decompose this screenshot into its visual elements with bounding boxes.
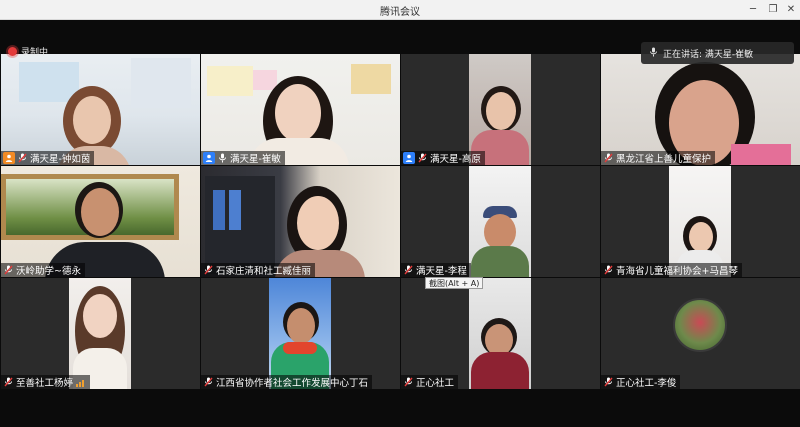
- participant-label: 至善社工杨婷: [1, 375, 91, 389]
- participant-name: 正心社工-李俊: [616, 378, 677, 389]
- participant-video: [601, 54, 800, 165]
- participant-name: 青海省儿童福利协会+马昌琴: [616, 266, 738, 277]
- bottom-bar: [0, 390, 800, 427]
- participant-video: [1, 54, 200, 165]
- participant-name: 满天星-崔敏: [230, 154, 281, 165]
- mic-off-icon: [603, 153, 614, 164]
- mic-off-icon: [17, 153, 28, 164]
- mic-off-icon: [403, 265, 414, 276]
- user-icon: [203, 152, 215, 164]
- mic-off-icon: [203, 377, 214, 388]
- video-tile[interactable]: 满天星-崔敏: [201, 54, 400, 165]
- participant-video: [469, 278, 531, 389]
- video-tile[interactable]: 石家庄清和社工臧佳丽: [201, 166, 400, 277]
- participant-video: [469, 54, 531, 165]
- participant-label: 青海省儿童福利协会+马昌琴: [601, 263, 742, 277]
- speaking-indicator: 正在讲话: 满天星-崔敏: [641, 42, 794, 64]
- video-tile[interactable]: 满天星-钟如茵: [1, 54, 200, 165]
- participant-video: [201, 166, 400, 277]
- participant-name: 满天星-高原: [430, 154, 481, 165]
- video-tile[interactable]: 满天星-高原: [401, 54, 600, 165]
- participant-video: [269, 278, 331, 389]
- participant-video: [69, 278, 131, 389]
- participant-name: 满天星-钟如茵: [30, 154, 91, 165]
- minimize-icon[interactable]: ─: [745, 2, 761, 18]
- video-grid: 满天星-钟如茵 满天星-崔敏 满天星-高原 黑龙江省上善儿童保护 沃岭助学~德永…: [0, 54, 800, 390]
- video-tile[interactable]: 满天星-李程: [401, 166, 600, 277]
- mic-off-icon: [203, 265, 214, 276]
- close-icon[interactable]: ✕: [783, 2, 799, 18]
- participant-video: [201, 54, 400, 165]
- screenshot-tooltip: 截图(Alt + A): [425, 277, 484, 289]
- participant-video: [669, 166, 731, 277]
- participant-video: [1, 166, 200, 277]
- mic-off-icon: [3, 377, 14, 388]
- record-icon: [8, 46, 17, 56]
- restore-icon[interactable]: ❐: [765, 2, 781, 18]
- speaking-text: 正在讲话: 满天星-崔敏: [663, 49, 754, 60]
- mic-icon: [217, 153, 228, 164]
- participant-label: 沃岭助学~德永: [1, 263, 85, 277]
- user-icon: [403, 152, 415, 164]
- video-tile[interactable]: 江西省协作者社会工作发展中心丁石: [201, 278, 400, 389]
- mic-off-icon: [603, 377, 614, 388]
- participant-name: 石家庄清和社工臧佳丽: [216, 266, 312, 277]
- mic-off-icon: [403, 377, 414, 388]
- video-tile[interactable]: 黑龙江省上善儿童保护: [601, 54, 800, 165]
- participant-name: 满天星-李程: [416, 266, 467, 277]
- participant-name: 至善社工杨婷: [16, 378, 74, 389]
- video-tile[interactable]: 青海省儿童福利协会+马昌琴: [601, 166, 800, 277]
- participant-name: 沃岭助学~德永: [16, 266, 81, 277]
- signal-icon: [75, 377, 86, 388]
- participant-label: 正心社工-李俊: [601, 375, 681, 389]
- participant-name: 正心社工: [416, 378, 455, 389]
- participant-label: 黑龙江省上善儿童保护: [601, 151, 716, 165]
- avatar: [673, 298, 727, 352]
- participant-label: 满天星-崔敏: [201, 151, 285, 165]
- user-icon: [3, 152, 15, 164]
- participant-label: 江西省协作者社会工作发展中心丁石: [201, 375, 373, 389]
- video-tile[interactable]: 沃岭助学~德永: [1, 166, 200, 277]
- recording-indicator[interactable]: 录制中: [8, 44, 48, 58]
- participant-name: 黑龙江省上善儿童保护: [616, 154, 712, 165]
- participant-label: 满天星-高原: [401, 151, 485, 165]
- participant-label: 石家庄清和社工臧佳丽: [201, 263, 316, 277]
- video-tile[interactable]: 正心社工-李俊: [601, 278, 800, 389]
- video-tile[interactable]: 正心社工: [401, 278, 600, 389]
- video-tile[interactable]: 至善社工杨婷: [1, 278, 200, 389]
- participant-label: 正心社工: [401, 375, 459, 389]
- mic-off-icon: [603, 265, 614, 276]
- window-titlebar: 腾讯会议 ─ ❐ ✕: [0, 0, 800, 20]
- window-title: 腾讯会议: [380, 7, 420, 18]
- mic-off-icon: [417, 153, 428, 164]
- speaker-icon: [649, 47, 658, 60]
- participant-video: [469, 166, 531, 277]
- participant-name: 江西省协作者社会工作发展中心丁石: [216, 378, 369, 389]
- recording-label: 录制中: [21, 47, 49, 58]
- participant-label: 满天星-李程: [401, 263, 471, 277]
- participant-label: 满天星-钟如茵: [1, 151, 95, 165]
- participant-video: [601, 278, 800, 389]
- mic-off-icon: [3, 265, 14, 276]
